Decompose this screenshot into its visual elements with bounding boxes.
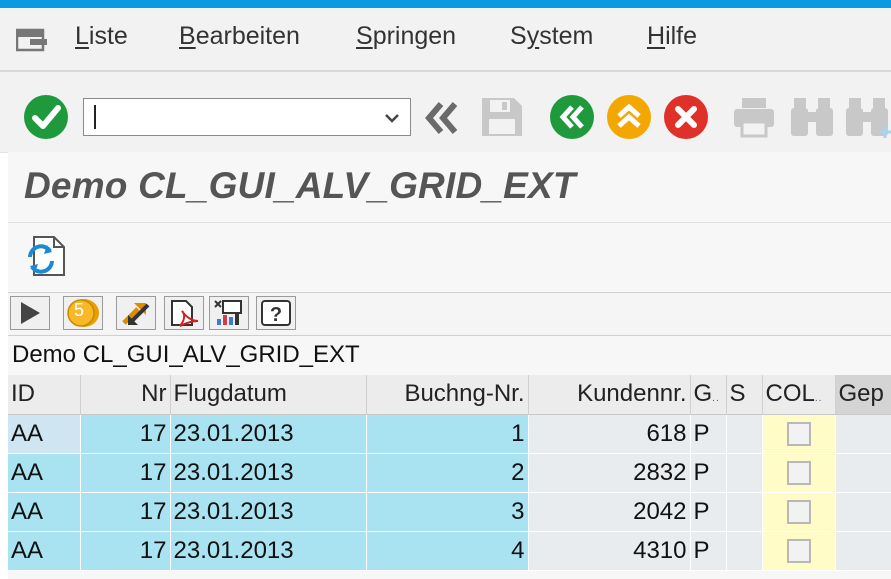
alv-toolbar: 5 ? [8,292,891,336]
cell-kundennr[interactable]: 618 [528,414,691,454]
column-header-g[interactable]: G.. [690,375,727,415]
cell-flugdatum[interactable]: 23.01.2013 [170,414,367,454]
help-icon: ? [261,300,291,326]
standard-toolbar [0,72,891,153]
column-header-col[interactable]: COL.. [762,375,836,415]
column-header-id[interactable]: ID [8,375,81,415]
cell-g[interactable]: P [690,531,727,571]
svg-text:?: ? [270,304,282,326]
page-title: Demo CL_GUI_ALV_GRID_EXT [24,165,576,206]
col-checkbox[interactable] [786,422,811,447]
cell-id[interactable]: AA [8,453,81,493]
cell-gep[interactable] [835,531,891,571]
menu-icon[interactable] [16,28,48,52]
col-checkbox[interactable] [786,539,811,564]
find-next-icon [846,98,891,138]
cell-flugdatum[interactable]: 23.01.2013 [170,453,367,493]
alv-grid: ID Nr Flugdatum Buchng-Nr. Kundennr. G..… [8,375,891,571]
cell-id[interactable]: AA [8,531,81,571]
arrows-icon [122,303,150,325]
enter-icon[interactable] [23,94,69,140]
menu-item-system[interactable]: System [510,22,593,51]
cell-buchng-nr[interactable]: 3 [366,492,529,532]
cancel-icon[interactable] [663,94,709,140]
top-accent-strip [0,0,891,8]
table-row[interactable]: AA 17 23.01.2013 1 618 P [8,414,891,454]
back-icon[interactable] [549,94,595,140]
application-area: 5 ? Demo CL_GUI_ALV_GRID_EXT ID Nr Flugd… [8,223,891,579]
collapse-toolbar-icon[interactable] [424,100,460,136]
cell-nr[interactable]: 17 [80,492,171,532]
cell-gep[interactable] [835,414,891,454]
chart-icon [214,300,242,325]
menu-item-liste[interactable]: Liste [75,22,128,51]
cell-gep[interactable] [835,492,891,532]
table-row[interactable]: AA 17 23.01.2013 2 2832 P [8,453,891,493]
column-header-kundennr[interactable]: Kundennr. [528,375,691,415]
cell-s[interactable] [726,453,763,493]
cell-col [762,414,836,454]
refresh-icon[interactable] [22,233,68,279]
cell-flugdatum[interactable]: 23.01.2013 [170,492,367,532]
transfer-button[interactable] [116,296,156,330]
table-row[interactable]: AA 17 23.01.2013 3 2042 P [8,492,891,532]
pdf-icon [171,300,199,327]
col-checkbox[interactable] [786,461,811,486]
print-icon [734,98,774,138]
cell-buchng-nr[interactable]: 4 [366,531,529,571]
grid-header-row: ID Nr Flugdatum Buchng-Nr. Kundennr. G..… [8,375,891,415]
counter-button[interactable]: 5 [63,296,103,330]
table-row[interactable]: AA 17 23.01.2013 4 4310 P [8,531,891,571]
menu-item-springen[interactable]: Springen [356,22,456,51]
menu-item-bearbeiten[interactable]: Bearbeiten [179,22,300,51]
cell-kundennr[interactable]: 2832 [528,453,691,493]
cell-nr[interactable]: 17 [80,531,171,571]
cell-g[interactable]: P [690,492,727,532]
chart-button[interactable] [209,296,249,330]
command-field[interactable] [83,98,411,136]
cell-s[interactable] [726,414,763,454]
counter-badge: 5 [74,300,85,320]
cell-id[interactable]: AA [8,414,81,454]
save-icon [482,98,522,136]
cell-s[interactable] [726,531,763,571]
column-header-s[interactable]: S [726,375,763,415]
cell-g[interactable]: P [690,414,727,454]
menu-bar: Liste Bearbeiten Springen System Hilfe [0,8,891,72]
column-header-buchng-nr[interactable]: Buchng-Nr. [366,375,529,415]
pdf-export-button[interactable] [164,296,204,330]
cell-col [762,531,836,571]
find-icon [791,98,833,136]
command-dropdown-icon[interactable] [382,108,402,128]
exit-icon[interactable] [606,94,652,140]
column-header-nr[interactable]: Nr [80,375,171,415]
col-checkbox[interactable] [786,500,811,525]
cell-kundennr[interactable]: 2042 [528,492,691,532]
execute-button[interactable] [10,296,50,330]
cell-kundennr[interactable]: 4310 [528,531,691,571]
command-input[interactable] [94,103,378,133]
cell-id[interactable]: AA [8,492,81,532]
cell-col [762,492,836,532]
cell-gep[interactable] [835,453,891,493]
column-header-gep[interactable]: Gep [835,375,891,415]
cell-nr[interactable]: 17 [80,453,171,493]
menu-item-hilfe[interactable]: Hilfe [647,22,697,51]
help-button[interactable]: ? [256,296,296,330]
play-icon [21,302,40,324]
text-cursor [94,105,96,129]
cell-buchng-nr[interactable]: 2 [366,453,529,493]
title-bar: Demo CL_GUI_ALV_GRID_EXT [8,152,891,223]
grid-title: Demo CL_GUI_ALV_GRID_EXT [12,341,360,368]
cell-s[interactable] [726,492,763,532]
cell-flugdatum[interactable]: 23.01.2013 [170,531,367,571]
cell-col [762,453,836,493]
cell-g[interactable]: P [690,453,727,493]
cell-buchng-nr[interactable]: 1 [366,414,529,454]
column-header-flugdatum[interactable]: Flugdatum [170,375,367,415]
cell-nr[interactable]: 17 [80,414,171,454]
